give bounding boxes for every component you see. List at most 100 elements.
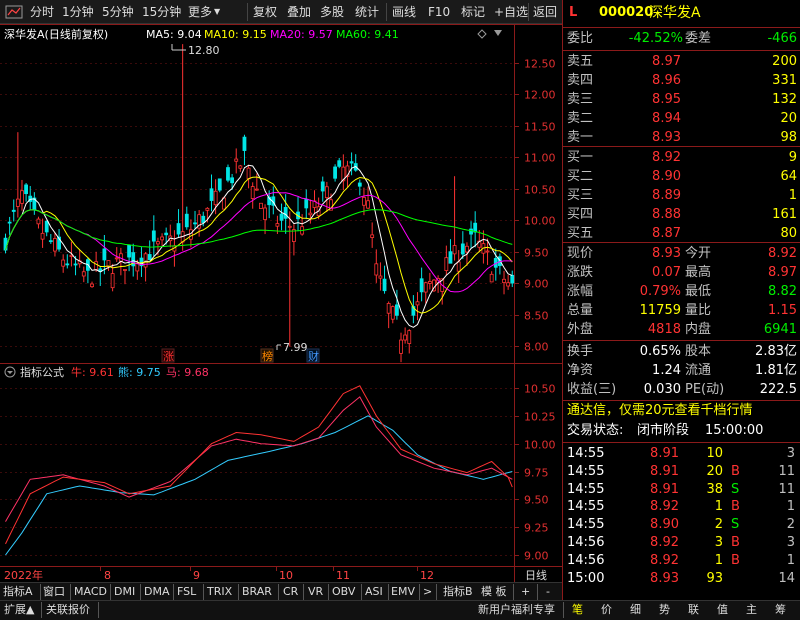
quote-panel: L 000020 深华发A 委比 -42.52% 委差 -466 卖五 8.97 2…	[562, 0, 800, 600]
tab-fsl[interactable]: FSL	[177, 584, 196, 600]
indicator-tick-label: 10.00	[524, 439, 556, 452]
toolbar-overlay-button[interactable]: 叠加	[287, 4, 311, 20]
stock-label: 深华发A(日线前复权)	[4, 27, 108, 41]
tab-zoom-in[interactable]: +	[521, 584, 530, 600]
panel-tab-tick[interactable]: 笔	[572, 602, 583, 618]
fundamental-row: 收益(三) 0.030 PE(动) 222.5	[567, 382, 797, 397]
event-marker-finance: 财	[308, 349, 319, 363]
expand-button[interactable]: 扩展▲	[4, 602, 34, 618]
tab-obv[interactable]: OBV	[332, 584, 355, 600]
panel-tab-trend[interactable]: 势	[659, 602, 670, 618]
status-bar: 扩展▲ 关联报价 新用户福利专享 笔 价 细 势 联 值 主 筹	[0, 600, 800, 620]
bid-level-row: 买五 8.87 80	[567, 226, 797, 241]
price-tick-label: 11.50	[524, 121, 556, 134]
order-diff-value: -466	[767, 31, 797, 46]
price-tick-label: 8.00	[524, 341, 549, 354]
tab-asi[interactable]: ASI	[365, 584, 383, 600]
date-label-nov: 11	[336, 569, 350, 582]
toolbar-back-button[interactable]: 返回	[533, 4, 557, 20]
ask-level-row: 卖五 8.97 200	[567, 54, 797, 69]
price-tick-label: 9.50	[524, 247, 549, 260]
date-label-year: 2022年	[4, 568, 43, 582]
tab-indicator-b[interactable]: 指标B	[443, 584, 473, 600]
ad-banner[interactable]: 通达信，仅需20元查看千档行情	[563, 401, 800, 421]
svg-text:7.99: 7.99	[283, 341, 308, 354]
stock-code: 000020	[599, 5, 654, 20]
date-label-sep: 9	[193, 569, 200, 582]
tab-brar[interactable]: BRAR	[242, 584, 272, 600]
toolbar-tab-timeshare[interactable]: 分时	[30, 4, 54, 20]
indicator-tick-label: 9.75	[524, 467, 549, 480]
tab-emv[interactable]: EMV	[391, 584, 415, 600]
indicator-line-horse: 马: 9.68	[166, 366, 209, 379]
ask-level-row: 卖二 8.94 20	[567, 111, 797, 126]
toolbar-multistock-button[interactable]: 多股	[320, 4, 344, 20]
toolbar-adjust-button[interactable]: 复权	[253, 4, 277, 20]
tab-zoom-out[interactable]: -	[546, 584, 550, 600]
svg-text:12.80: 12.80	[188, 44, 220, 57]
price-tick-label: 8.50	[524, 310, 549, 323]
quote-header: L 000020 深华发A	[563, 3, 800, 25]
fundamental-row: 换手 0.65% 股本 2.83亿	[567, 344, 797, 359]
indicator-tabs: 指标A 窗口 MACD DMI DMA FSL TRIX BRAR CR VR …	[0, 582, 562, 600]
panel-tab-detail[interactable]: 细	[630, 602, 641, 618]
tab-vr[interactable]: VR	[308, 584, 323, 600]
date-axis: 2022年 8 9 10 11 12 日线	[0, 566, 562, 582]
bid-level-row: 买二 8.90 64	[567, 169, 797, 184]
price-tick-label: 12.00	[524, 89, 556, 102]
indicator-tick-label: 9.25	[524, 522, 549, 535]
order-ratio-row: 委比 -42.52% 委差 -466	[563, 29, 800, 49]
toolbar-mark-button[interactable]: 标记	[461, 4, 485, 20]
quote-stat-row: 涨跌 0.07 最高 8.97	[567, 265, 797, 280]
trade-tick-row: 15:00 8.93 93 14	[567, 570, 795, 586]
tab-indicator-a[interactable]: 指标A	[3, 584, 33, 600]
panel-tab-main[interactable]: 主	[746, 602, 757, 618]
indicator-tick-label: 10.50	[524, 383, 556, 396]
new-user-promo-link[interactable]: 新用户福利专享	[478, 602, 555, 618]
toolbar-add-watchlist-button[interactable]: +自选	[494, 4, 528, 20]
period-label[interactable]: 日线	[525, 568, 547, 582]
tab-window[interactable]: 窗口	[43, 584, 65, 600]
price-tick-label: 10.00	[524, 215, 556, 228]
related-quotes-button[interactable]: 关联报价	[46, 602, 90, 618]
panel-tab-price[interactable]: 价	[601, 602, 612, 618]
chart-toolbar: 分时 1分钟 5分钟 15分钟 更多 ▼ 复权 叠加 多股 统计 画线 F10 …	[0, 0, 562, 24]
trading-status: 交易状态: 闭市阶段 15:00:00	[567, 423, 764, 438]
quote-stat-row: 总量 11759 量比 1.15	[567, 303, 797, 318]
ma60-legend: MA60: 9.41	[336, 28, 399, 41]
toolbar-tab-5min[interactable]: 5分钟	[102, 4, 134, 20]
toolbar-draw-button[interactable]: 画线	[392, 4, 416, 20]
panel-tab-link[interactable]: 联	[688, 602, 699, 618]
tab-dmi[interactable]: DMI	[114, 584, 135, 600]
more-chevron-down-icon[interactable]: ▼	[214, 4, 220, 20]
tab-cr[interactable]: CR	[283, 584, 298, 600]
indicator-line-bear: 熊: 9.75	[118, 365, 161, 379]
ma5-legend: MA5: 9.04	[146, 28, 202, 41]
indicator-line-bull: 牛: 9.61	[71, 365, 114, 379]
market-flag: L	[569, 5, 578, 20]
tab-scroll-right[interactable]: >	[423, 584, 432, 600]
tab-trix[interactable]: TRIX	[207, 584, 232, 600]
ask-level-row: 卖一 8.93 98	[567, 130, 797, 145]
toolbar-f10-button[interactable]: F10	[428, 4, 450, 20]
ma20-legend: MA20: 9.57	[270, 28, 333, 41]
toolbar-tab-15min[interactable]: 15分钟	[142, 4, 181, 20]
app-logo-icon	[4, 4, 24, 20]
kline-chart[interactable]: 12.50 12.00 11.50 11.00 10.50 10.00 9.50 9.00 8.…	[0, 24, 562, 363]
panel-tab-value[interactable]: 值	[717, 602, 728, 618]
indicator-tick-label: 9.50	[524, 494, 549, 507]
panel-tab-chips[interactable]: 筹	[775, 602, 786, 618]
ma10-legend: MA10: 9.15	[204, 28, 267, 41]
order-ratio-value: -42.52%	[628, 31, 683, 46]
tab-macd[interactable]: MACD	[74, 584, 107, 600]
toolbar-tab-1min[interactable]: 1分钟	[62, 4, 94, 20]
bid-level-row: 买三 8.89 1	[567, 188, 797, 203]
indicator-chart[interactable]: 10.50 10.25 10.00 9.75 9.50 9.25 9.00 指标公式 牛: …	[0, 363, 562, 582]
bid-level-row: 买四 8.88 161	[567, 207, 797, 222]
tab-dma[interactable]: DMA	[144, 584, 170, 600]
indicator-title[interactable]: 指标公式	[20, 365, 64, 379]
toolbar-tab-more[interactable]: 更多	[188, 4, 212, 20]
toolbar-stats-button[interactable]: 统计	[355, 4, 379, 20]
ask-level-row: 卖三 8.95 132	[567, 92, 797, 107]
tab-template[interactable]: 模 板	[481, 584, 507, 600]
